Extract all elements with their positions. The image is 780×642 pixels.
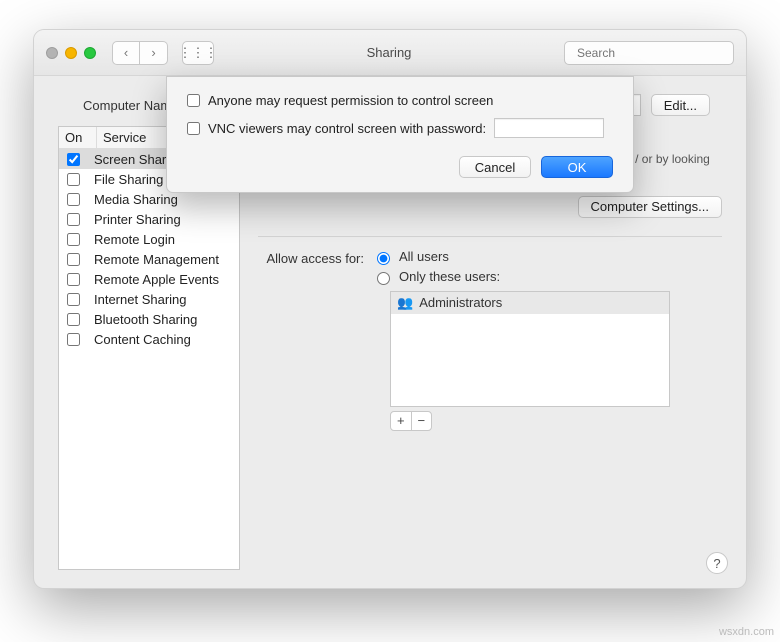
- computer-settings-button[interactable]: Computer Settings...: [578, 196, 723, 218]
- allow-access-label: Allow access for:: [258, 251, 364, 431]
- show-all-button[interactable]: ⋮⋮⋮: [182, 41, 214, 65]
- sharing-preferences-window: ‹ › ⋮⋮⋮ Sharing Computer Name: Edit... O…: [34, 30, 746, 588]
- radio-only-these-users[interactable]: Only these users:: [372, 269, 722, 285]
- service-checkbox[interactable]: [67, 253, 80, 266]
- service-row-remote-apple-events[interactable]: Remote Apple Events: [59, 269, 239, 289]
- watermark: wsxdn.com: [719, 626, 774, 638]
- remove-user-button[interactable]: −: [412, 412, 432, 430]
- anyone-may-request-checkbox[interactable]: [187, 94, 200, 107]
- service-row-remote-management[interactable]: Remote Management: [59, 249, 239, 269]
- service-checkbox[interactable]: [67, 153, 80, 166]
- service-checkbox[interactable]: [67, 173, 80, 186]
- help-button[interactable]: ?: [706, 552, 728, 574]
- zoom-window-button[interactable]: [84, 47, 96, 59]
- edit-button[interactable]: Edit...: [651, 94, 710, 116]
- computer-settings-sheet: Anyone may request permission to control…: [166, 76, 634, 193]
- traffic-lights: [46, 47, 96, 59]
- service-label: Content Caching: [94, 332, 191, 347]
- separator: [258, 236, 722, 237]
- grid-icon: ⋮⋮⋮: [179, 45, 218, 61]
- user-row-administrators[interactable]: 👥 Administrators: [391, 292, 669, 314]
- window-title: Sharing: [222, 45, 556, 60]
- allow-access-section: Allow access for: All users Only these u…: [258, 251, 722, 431]
- column-on: On: [59, 127, 97, 148]
- anyone-may-request-row: Anyone may request permission to control…: [187, 93, 613, 108]
- titlebar: ‹ › ⋮⋮⋮ Sharing: [34, 30, 746, 76]
- service-checkbox[interactable]: [67, 193, 80, 206]
- radio-all-users[interactable]: All users: [372, 249, 722, 265]
- chevron-right-icon: ›: [151, 45, 155, 60]
- service-label: Remote Management: [94, 252, 219, 267]
- search-input[interactable]: [575, 45, 734, 61]
- service-label: Bluetooth Sharing: [94, 312, 197, 327]
- service-label: Internet Sharing: [94, 292, 187, 307]
- minimize-window-button[interactable]: [65, 47, 77, 59]
- close-window-button[interactable]: [46, 47, 58, 59]
- nav-back-forward: ‹ ›: [112, 41, 168, 65]
- service-checkbox[interactable]: [67, 333, 80, 346]
- service-label: Remote Apple Events: [94, 272, 219, 287]
- service-checkbox[interactable]: [67, 273, 80, 286]
- service-row-remote-login[interactable]: Remote Login: [59, 229, 239, 249]
- service-checkbox[interactable]: [67, 293, 80, 306]
- service-row-internet-sharing[interactable]: Internet Sharing: [59, 289, 239, 309]
- ok-button[interactable]: OK: [541, 156, 613, 178]
- forward-button[interactable]: ›: [140, 41, 168, 65]
- service-checkbox[interactable]: [67, 313, 80, 326]
- users-list[interactable]: 👥 Administrators: [390, 291, 670, 407]
- vnc-password-field[interactable]: [494, 118, 604, 138]
- service-label: Media Sharing: [94, 192, 178, 207]
- back-button[interactable]: ‹: [112, 41, 140, 65]
- search-field[interactable]: [564, 41, 734, 65]
- users-group-icon: 👥: [397, 295, 413, 311]
- chevron-left-icon: ‹: [124, 45, 128, 60]
- service-row-printer-sharing[interactable]: Printer Sharing: [59, 209, 239, 229]
- service-checkbox[interactable]: [67, 213, 80, 226]
- service-label: Printer Sharing: [94, 212, 181, 227]
- add-user-button[interactable]: +: [391, 412, 412, 430]
- service-label: File Sharing: [94, 172, 163, 187]
- service-checkbox[interactable]: [67, 233, 80, 246]
- user-label: Administrators: [419, 295, 502, 310]
- anyone-may-request-label: Anyone may request permission to control…: [208, 93, 493, 108]
- add-remove-controls: + −: [390, 411, 432, 431]
- vnc-password-checkbox[interactable]: [187, 122, 200, 135]
- vnc-password-row: VNC viewers may control screen with pass…: [187, 118, 613, 138]
- service-row-content-caching[interactable]: Content Caching: [59, 329, 239, 349]
- cancel-button[interactable]: Cancel: [459, 156, 531, 178]
- vnc-password-label: VNC viewers may control screen with pass…: [208, 121, 486, 136]
- service-label: Remote Login: [94, 232, 175, 247]
- service-row-bluetooth-sharing[interactable]: Bluetooth Sharing: [59, 309, 239, 329]
